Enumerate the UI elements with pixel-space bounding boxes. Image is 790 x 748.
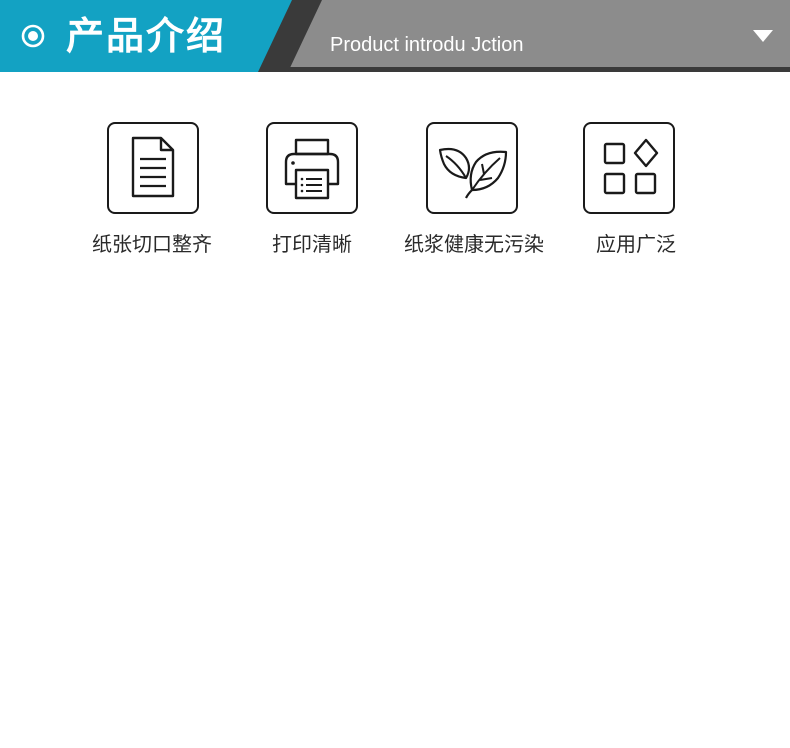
feature-icon-box: [266, 122, 358, 214]
printer-icon: [284, 138, 340, 200]
feature-label: 应用广泛: [596, 232, 676, 256]
feature-icon-box: [107, 122, 199, 214]
feature-icon-box: [583, 122, 675, 214]
leaves-icon: [438, 147, 508, 199]
feature-item-wide-application: 应用广泛: [546, 122, 726, 272]
feature-label: 纸浆健康无污染: [404, 232, 544, 256]
feature-item-pulp-healthy: 纸浆健康无污染: [384, 122, 564, 272]
feature-label: 纸张切口整齐: [92, 232, 212, 256]
apps-grid-icon: [603, 138, 659, 195]
document-icon: [131, 136, 175, 198]
feature-item-paper-cut: 纸张切口整齐: [62, 122, 242, 272]
section-subtitle: Product introdu Jction: [330, 34, 524, 56]
section-header-banner: 产品介绍 Product introdu Jction: [0, 0, 790, 72]
product-intro-page: 产品介绍 Product introdu Jction 纸张切口整齐 打印清晰 …: [0, 0, 790, 748]
target-icon: [21, 24, 45, 48]
feature-item-print-clear: 打印清晰: [222, 122, 402, 272]
feature-icon-box: [426, 122, 518, 214]
feature-label: 打印清晰: [272, 232, 352, 256]
dropdown-arrow-icon[interactable]: [751, 28, 775, 44]
section-title: 产品介绍: [66, 14, 227, 58]
